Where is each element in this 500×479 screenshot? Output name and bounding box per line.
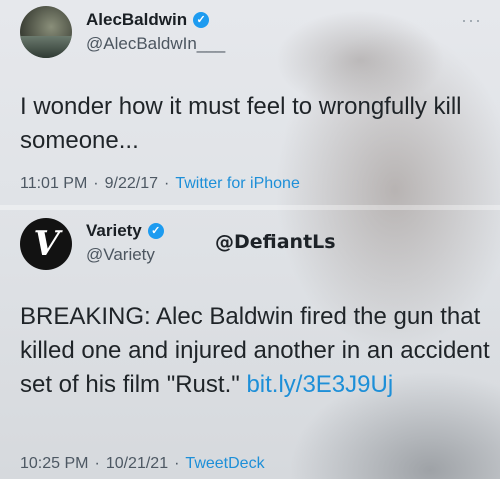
tweet-time[interactable]: 11:01 PM — [20, 175, 87, 193]
verified-icon: ✓ — [193, 12, 210, 28]
more-icon[interactable]: ··· — [461, 10, 482, 31]
author-handle[interactable]: @AlecBaldwIn___ — [86, 34, 225, 54]
variety-logo-icon: V — [28, 224, 64, 264]
author-name[interactable]: AlecBaldwin ✓ — [86, 10, 210, 30]
watermark: @DefiantLs — [215, 231, 336, 253]
tweet-text: BREAKING: Alec Baldwin fired the gun tha… — [20, 300, 495, 402]
separator-dot: · — [94, 455, 100, 472]
tweet-time[interactable]: 10:25 PM — [20, 455, 88, 473]
author-name[interactable]: Variety ✓ — [86, 221, 164, 241]
author-name-text: Variety — [86, 221, 142, 240]
tweet-link[interactable]: bit.ly/3E3J9Uj — [246, 371, 393, 398]
separator-dot: · — [174, 455, 180, 472]
tweet-date[interactable]: 9/22/17 — [105, 175, 158, 193]
tweet-source[interactable]: TweetDeck — [185, 455, 264, 473]
tweet-meta: 11:01 PM · 9/22/17 · Twitter for iPhone — [20, 175, 300, 193]
tweet-text: I wonder how it must feel to wrongfully … — [20, 93, 462, 154]
separator-dot: · — [93, 175, 99, 192]
tweet-meta: 10:25 PM · 10/21/21 · TweetDeck — [20, 455, 265, 473]
separator-dot: · — [164, 175, 170, 192]
avatar[interactable]: V — [20, 218, 72, 270]
avatar[interactable] — [20, 6, 72, 58]
author-name-text: AlecBaldwin — [86, 10, 188, 29]
author-handle[interactable]: @Variety — [86, 245, 155, 265]
tweet-source[interactable]: Twitter for iPhone — [175, 175, 300, 193]
tweet-alecbaldwin[interactable]: AlecBaldwin ✓ @AlecBaldwIn___ ··· I wond… — [0, 0, 500, 205]
tweet-date[interactable]: 10/21/21 — [106, 455, 168, 473]
verified-icon: ✓ — [147, 223, 164, 239]
